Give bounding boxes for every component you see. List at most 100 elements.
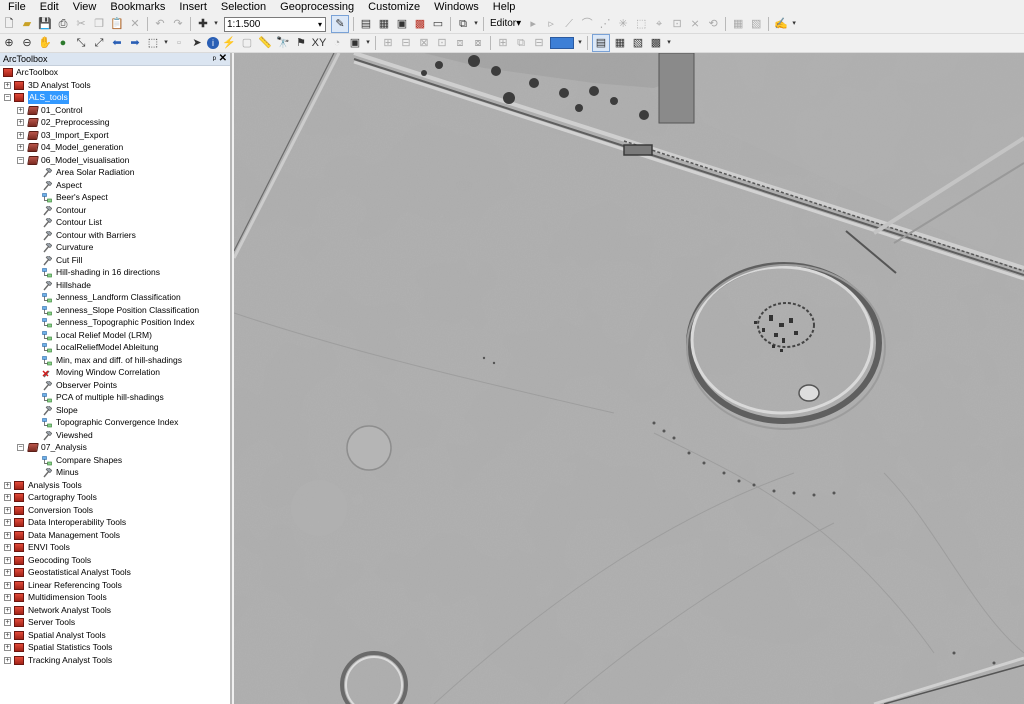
pin-icon[interactable]: ᵖ [213, 53, 216, 65]
full-extent-icon[interactable]: ● [55, 35, 71, 51]
editor-menu-button[interactable]: Editor▾ [487, 16, 524, 32]
print-icon[interactable]: ⎙ [55, 16, 71, 32]
measure-icon[interactable]: 📏 [257, 35, 273, 51]
tree-item[interactable]: − 06_Model_visualisation [0, 154, 230, 167]
edit-annotation-icon[interactable]: ▹ [543, 16, 559, 32]
tree-item[interactable]: Hill-shading in 16 directions [0, 266, 230, 279]
create-viewer-window-icon[interactable]: ▣ [347, 35, 363, 51]
tree-item[interactable]: + Linear Referencing Tools [0, 579, 230, 592]
tree-item[interactable]: Area Solar Radiation [0, 166, 230, 179]
edit-vertices-icon[interactable]: ⬚ [633, 16, 649, 32]
tree-item[interactable]: +04_Model_generation [0, 141, 230, 154]
edit-tool-icon[interactable]: ▸ [525, 16, 541, 32]
go-to-xy-icon[interactable]: XY [311, 35, 327, 51]
select-features-icon[interactable]: ⬚ [145, 35, 161, 51]
tree-item[interactable]: +02_Preprocessing [0, 116, 230, 129]
expand-icon[interactable]: + [4, 619, 11, 626]
menu-view[interactable]: View [65, 0, 103, 15]
copy-icon[interactable]: ❐ [91, 16, 107, 32]
menu-geoprocessing[interactable]: Geoprocessing [272, 0, 360, 15]
expand-icon[interactable]: + [4, 581, 11, 589]
expand-icon[interactable]: + [4, 519, 11, 526]
python-window-icon[interactable]: ▭ [430, 16, 446, 32]
tree-item[interactable]: Jenness_Topographic Position Index [0, 316, 230, 329]
layout-icon-2[interactable]: ⧉ [513, 35, 529, 51]
clear-selection-icon[interactable]: ▫ [171, 35, 187, 51]
search-window-icon[interactable]: ▣ [394, 16, 410, 32]
back-extent-icon[interactable]: ⬅ [109, 35, 125, 51]
tree-item[interactable]: − 07_Analysis [0, 441, 230, 454]
tree-item[interactable]: + Geocoding Tools [0, 554, 230, 567]
expand-icon[interactable]: + [4, 494, 11, 501]
html-popup-icon[interactable]: ▢ [239, 35, 255, 51]
paste-icon[interactable]: 📋 [109, 16, 125, 32]
georef-icon-4[interactable]: ⊡ [434, 35, 450, 51]
hyperlink-icon[interactable]: ⚡ [221, 35, 237, 51]
tree-item[interactable]: + Network Analyst Tools [0, 604, 230, 617]
tree-item[interactable]: Contour with Barriers [0, 229, 230, 242]
attributes-icon[interactable]: ▦ [730, 16, 746, 32]
editor-options-icon[interactable]: ▾ [791, 16, 797, 32]
point-icon[interactable]: ✳ [615, 16, 631, 32]
fixed-zoom-in-icon[interactable]: ⤡ [73, 35, 89, 51]
straight-segment-icon[interactable]: ⟋ [561, 16, 577, 32]
tree-item[interactable]: Contour [0, 204, 230, 217]
expand-icon[interactable]: + [4, 644, 11, 651]
collapse-icon[interactable]: − [4, 94, 11, 101]
tree-item[interactable]: ArcToolbox [0, 66, 230, 79]
tree-item[interactable]: + Spatial Analyst Tools [0, 629, 230, 642]
expand-icon[interactable]: + [4, 556, 11, 564]
menu-windows[interactable]: Windows [426, 0, 485, 15]
save-icon[interactable]: 💾 [37, 16, 53, 32]
pan-icon[interactable]: ✋ [37, 35, 53, 51]
effects-icon[interactable]: ▩ [648, 35, 664, 51]
cut-polygons-icon[interactable]: ⊡ [669, 16, 685, 32]
expand-icon[interactable]: + [4, 569, 11, 576]
collapse-icon[interactable]: − [17, 444, 24, 451]
redo-icon[interactable]: ↷ [170, 16, 186, 32]
tree-item[interactable]: + Cartography Tools [0, 491, 230, 504]
rotate-icon[interactable]: ⟲ [705, 16, 721, 32]
map-view[interactable] [234, 53, 1024, 704]
georef-icon-5[interactable]: ⧈ [452, 35, 468, 51]
expand-icon[interactable]: + [17, 119, 24, 126]
create-features-icon[interactable]: ✍ [773, 16, 789, 32]
tree-item[interactable]: + Multidimension Tools [0, 591, 230, 604]
expand-icon[interactable]: + [4, 506, 11, 514]
color-dropdown-icon[interactable]: ▾ [577, 35, 583, 51]
tree-item[interactable]: +3D Analyst Tools [0, 79, 230, 92]
tree-item[interactable]: Cut Fill [0, 254, 230, 267]
tree-item[interactable]: Slope [0, 404, 230, 417]
new-document-icon[interactable]: 🗋 [1, 16, 17, 32]
select-elements-icon[interactable]: ➤ [189, 35, 205, 51]
tree-item[interactable]: Topographic Convergence Index [0, 416, 230, 429]
tree-item[interactable]: Observer Points [0, 379, 230, 392]
tree-item[interactable]: + Tracking Analyst Tools [0, 654, 230, 667]
cut-icon[interactable]: ✂ [73, 16, 89, 32]
georef-icon-3[interactable]: ⊠ [416, 35, 432, 51]
end-point-arc-icon[interactable]: ⌒ [579, 16, 595, 32]
menu-file[interactable]: File [0, 0, 32, 15]
color-swatch[interactable] [550, 37, 574, 49]
fixed-zoom-out-icon[interactable]: ⤢ [91, 35, 107, 51]
collapse-icon[interactable]: − [17, 156, 24, 164]
tree-item[interactable]: Viewshed [0, 429, 230, 442]
expand-icon[interactable]: + [4, 594, 11, 601]
swipe-layer-icon[interactable]: ▧ [630, 35, 646, 51]
tree-item[interactable]: +01_Control [0, 104, 230, 117]
toolbar-options-icon[interactable]: ▾ [473, 16, 479, 32]
tree-item[interactable]: Beer's Aspect [0, 191, 230, 204]
layout-icon-3[interactable]: ⊟ [531, 35, 547, 51]
tree-item[interactable]: Moving Window Correlation [0, 366, 230, 379]
expand-icon[interactable]: + [17, 144, 24, 151]
select-dropdown-icon[interactable]: ▾ [163, 35, 169, 51]
open-folder-icon[interactable]: ▰ [19, 16, 35, 32]
tree-item[interactable]: − ALS_tools [0, 91, 230, 104]
tree-item[interactable]: Aspect [0, 179, 230, 192]
zoom-out-icon[interactable]: ⊖ [19, 35, 35, 51]
sketch-properties-icon[interactable]: ▧ [748, 16, 764, 32]
tree-item[interactable]: Jenness_Landform Classification [0, 291, 230, 304]
split-icon[interactable]: ⨯ [687, 16, 703, 32]
tree-item[interactable]: + Data Interoperability Tools [0, 516, 230, 529]
expand-icon[interactable]: + [4, 606, 11, 614]
